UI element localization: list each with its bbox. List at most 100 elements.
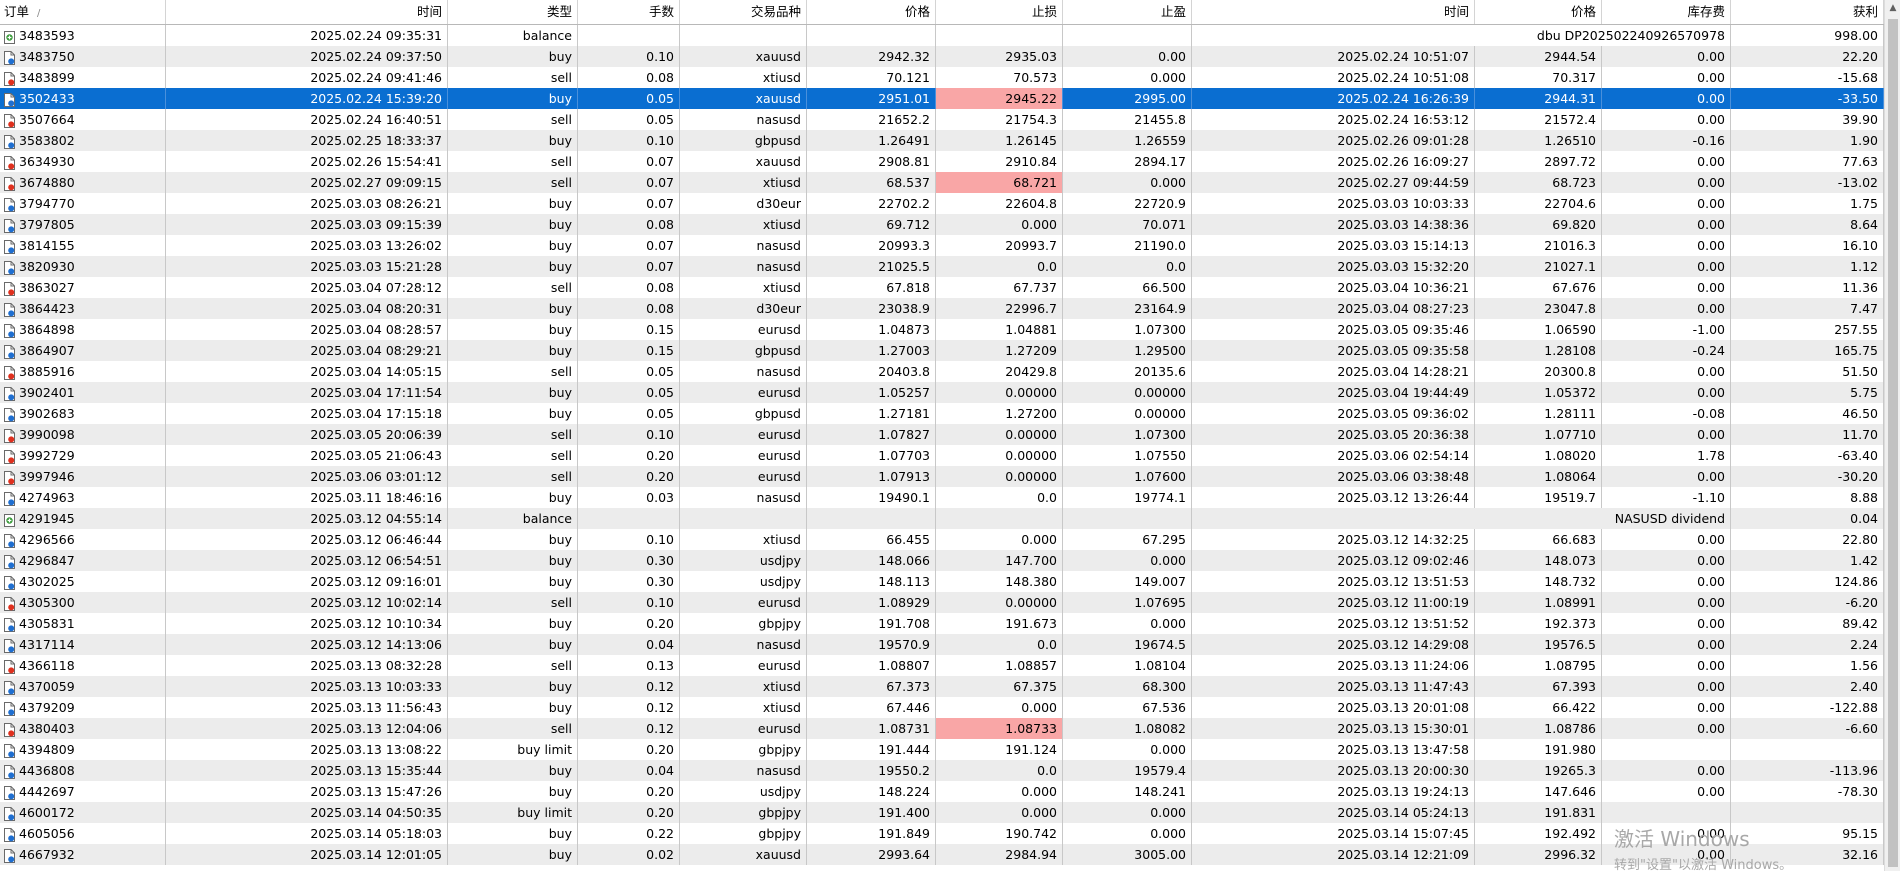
table-row[interactable]: 4296566 2025.03.12 06:46:44 buy 0.10 xtiusd 6… — [0, 529, 1884, 550]
column-header-open-time[interactable]: 时间 — [166, 0, 448, 24]
table-row[interactable]: 4436808 2025.03.13 15:35:44 buy 0.04 nasusd 1… — [0, 760, 1884, 781]
column-header-order[interactable]: 订单 / — [0, 0, 166, 24]
table-row[interactable]: 3992729 2025.03.05 21:06:43 sell 0.20 eurusd… — [0, 445, 1884, 466]
scrollbar-thumb[interactable] — [1888, 19, 1898, 867]
table-row[interactable]: 4394809 2025.03.13 13:08:22 buy limit 0.20 g… — [0, 739, 1884, 760]
table-row[interactable]: 3990098 2025.03.05 20:06:39 sell 0.10 eurusd… — [0, 424, 1884, 445]
stop-loss-cell: 0.000 — [936, 697, 1063, 718]
table-row[interactable]: 3634930 2025.02.26 15:54:41 sell 0.07 xauusd… — [0, 151, 1884, 172]
table-row[interactable]: 3885916 2025.03.04 14:05:15 sell 0.05 nasusd… — [0, 361, 1884, 382]
table-row[interactable]: 4296847 2025.03.12 06:54:51 buy 0.30 usdjpy 1… — [0, 550, 1884, 571]
order-cell: 4667932 — [0, 844, 166, 865]
symbol-cell: xtiusd — [680, 172, 807, 193]
table-row[interactable]: 4605056 2025.03.14 05:18:03 buy 0.22 gbpjpy 1… — [0, 823, 1884, 844]
table-row[interactable]: 3502433 2025.02.24 15:39:20 buy 0.05 xauusd 2… — [0, 88, 1884, 109]
close-time-cell: 2025.03.13 13:47:58 — [1192, 739, 1475, 760]
sell-document-icon — [4, 113, 15, 128]
take-profit-cell: 0.00000 — [1063, 382, 1192, 403]
table-row[interactable]: 3674880 2025.02.27 09:09:15 sell 0.07 xtiusd… — [0, 172, 1884, 193]
table-row[interactable]: 4380403 2025.03.13 12:04:06 sell 0.12 eurusd… — [0, 718, 1884, 739]
order-cell: 3990098 — [0, 424, 166, 445]
order-cell: 3483750 — [0, 46, 166, 67]
lots-cell: 0.10 — [578, 592, 680, 613]
column-header-stop-loss[interactable]: 止损 — [936, 0, 1063, 24]
order-cell: 4302025 — [0, 571, 166, 592]
table-row[interactable]: 4317114 2025.03.12 14:13:06 buy 0.04 nasusd 1… — [0, 634, 1884, 655]
order-cell: 4436808 — [0, 760, 166, 781]
stop-loss-cell: 0.000 — [936, 529, 1063, 550]
open-price-cell: 67.818 — [807, 277, 936, 298]
table-row[interactable]: 3864423 2025.03.04 08:20:31 buy 0.08 d30eur 2… — [0, 298, 1884, 319]
close-price-cell: 148.073 — [1475, 550, 1602, 571]
table-row[interactable]: 3864898 2025.03.04 08:28:57 buy 0.15 eurusd 1… — [0, 319, 1884, 340]
open-time-cell: 2025.03.13 10:03:33 — [166, 676, 448, 697]
column-header-lots[interactable]: 手数 — [578, 0, 680, 24]
stop-loss-cell: 67.375 — [936, 676, 1063, 697]
column-header-profit[interactable]: 获利 — [1731, 0, 1884, 24]
table-row[interactable]: 4291945 2025.03.12 04:55:14 balance NASUSD … — [0, 508, 1884, 529]
scroll-up-arrow-icon[interactable]: ▲ — [1885, 0, 1900, 17]
lots-cell: 0.10 — [578, 529, 680, 550]
take-profit-cell: 2995.00 — [1063, 88, 1192, 109]
stop-loss-cell: 2945.22 — [936, 88, 1063, 109]
sort-indicator: / — [37, 8, 41, 19]
type-cell: sell — [448, 466, 578, 487]
table-row[interactable]: 3997946 2025.03.06 03:01:12 sell 0.20 eurusd… — [0, 466, 1884, 487]
table-row[interactable]: 3814155 2025.03.03 13:26:02 buy 0.07 nasusd 2… — [0, 235, 1884, 256]
open-time-cell: 2025.03.03 13:26:02 — [166, 235, 448, 256]
column-header-open-price[interactable]: 价格 — [807, 0, 936, 24]
table-row[interactable]: 4442697 2025.03.13 15:47:26 buy 0.20 usdjpy 1… — [0, 781, 1884, 802]
table-row[interactable]: 3583802 2025.02.25 18:33:37 buy 0.10 gbpusd 1… — [0, 130, 1884, 151]
table-row[interactable]: 4366118 2025.03.13 08:32:28 sell 0.13 eurusd… — [0, 655, 1884, 676]
table-row[interactable]: 4305300 2025.03.12 10:02:14 sell 0.10 eurusd… — [0, 592, 1884, 613]
order-number: 4296566 — [19, 532, 75, 547]
open-time-cell: 2025.02.25 18:33:37 — [166, 130, 448, 151]
table-row[interactable]: 4305831 2025.03.12 10:10:34 buy 0.20 gbpjpy 1… — [0, 613, 1884, 634]
table-row[interactable]: 3483899 2025.02.24 09:41:46 sell 0.08 xtiusd… — [0, 67, 1884, 88]
type-cell: buy — [448, 340, 578, 361]
lots-cell: 0.05 — [578, 88, 680, 109]
open-time-cell: 2025.03.12 10:10:34 — [166, 613, 448, 634]
table-row[interactable]: 4379209 2025.03.13 11:56:43 buy 0.12 xtiusd 6… — [0, 697, 1884, 718]
table-row[interactable]: 4274963 2025.03.11 18:46:16 buy 0.03 nasusd 1… — [0, 487, 1884, 508]
table-row[interactable]: 4302025 2025.03.12 09:16:01 buy 0.30 usdjpy 1… — [0, 571, 1884, 592]
type-cell: sell — [448, 277, 578, 298]
open-price-cell: 1.08929 — [807, 592, 936, 613]
table-row[interactable]: 3507664 2025.02.24 16:40:51 sell 0.05 nasusd… — [0, 109, 1884, 130]
column-header-symbol[interactable]: 交易品种 — [680, 0, 807, 24]
close-price-cell: 19576.5 — [1475, 634, 1602, 655]
open-time-cell: 2025.03.04 08:20:31 — [166, 298, 448, 319]
table-row[interactable]: 4600172 2025.03.14 04:50:35 buy limit 0.20 g… — [0, 802, 1884, 823]
buy-document-icon — [4, 386, 15, 401]
table-row[interactable]: 3797805 2025.03.03 09:15:39 buy 0.08 xtiusd 6… — [0, 214, 1884, 235]
table-row[interactable]: 4370059 2025.03.13 10:03:33 buy 0.12 xtiusd 6… — [0, 676, 1884, 697]
table-row[interactable]: 3820930 2025.03.03 15:21:28 buy 0.07 nasusd 2… — [0, 256, 1884, 277]
type-cell: sell — [448, 172, 578, 193]
table-row[interactable]: 4667932 2025.03.14 12:01:05 buy 0.02 xauusd 2… — [0, 844, 1884, 865]
order-cell: 3885916 — [0, 361, 166, 382]
table-row[interactable]: 3794770 2025.03.03 08:26:21 buy 0.07 d30eur 2… — [0, 193, 1884, 214]
table-row[interactable]: 3863027 2025.03.04 07:28:12 sell 0.08 xtiusd… — [0, 277, 1884, 298]
table-row[interactable]: 3902401 2025.03.04 17:11:54 buy 0.05 eurusd 1… — [0, 382, 1884, 403]
column-header-close-time[interactable]: 时间 — [1192, 0, 1475, 24]
order-number: 4667932 — [19, 847, 75, 862]
buy-document-icon — [4, 743, 15, 758]
close-time-cell: 2025.02.27 09:44:59 — [1192, 172, 1475, 193]
type-cell: buy — [448, 319, 578, 340]
column-header-type[interactable]: 类型 — [448, 0, 578, 24]
table-row[interactable]: 3902683 2025.03.04 17:15:18 buy 0.05 gbpusd 1… — [0, 403, 1884, 424]
column-header-take-profit[interactable]: 止盈 — [1063, 0, 1192, 24]
column-header-close-price[interactable]: 价格 — [1475, 0, 1602, 24]
column-header-swap[interactable]: 库存费 — [1602, 0, 1731, 24]
symbol-cell: usdjpy — [680, 550, 807, 571]
profit-cell: -15.68 — [1731, 67, 1884, 88]
table-row[interactable]: 3483593 2025.02.24 09:35:31 balance dbu DP2… — [0, 25, 1884, 46]
close-price-cell: 1.08020 — [1475, 445, 1602, 466]
stop-loss-cell: 1.27209 — [936, 340, 1063, 361]
take-profit-cell: 1.26559 — [1063, 130, 1192, 151]
close-price-cell: 2897.72 — [1475, 151, 1602, 172]
table-row[interactable]: 3864907 2025.03.04 08:29:21 buy 0.15 gbpusd 1… — [0, 340, 1884, 361]
order-number: 4600172 — [19, 805, 75, 820]
vertical-scrollbar[interactable]: ▲ — [1884, 0, 1900, 871]
table-row[interactable]: 3483750 2025.02.24 09:37:50 buy 0.10 xauusd 2… — [0, 46, 1884, 67]
